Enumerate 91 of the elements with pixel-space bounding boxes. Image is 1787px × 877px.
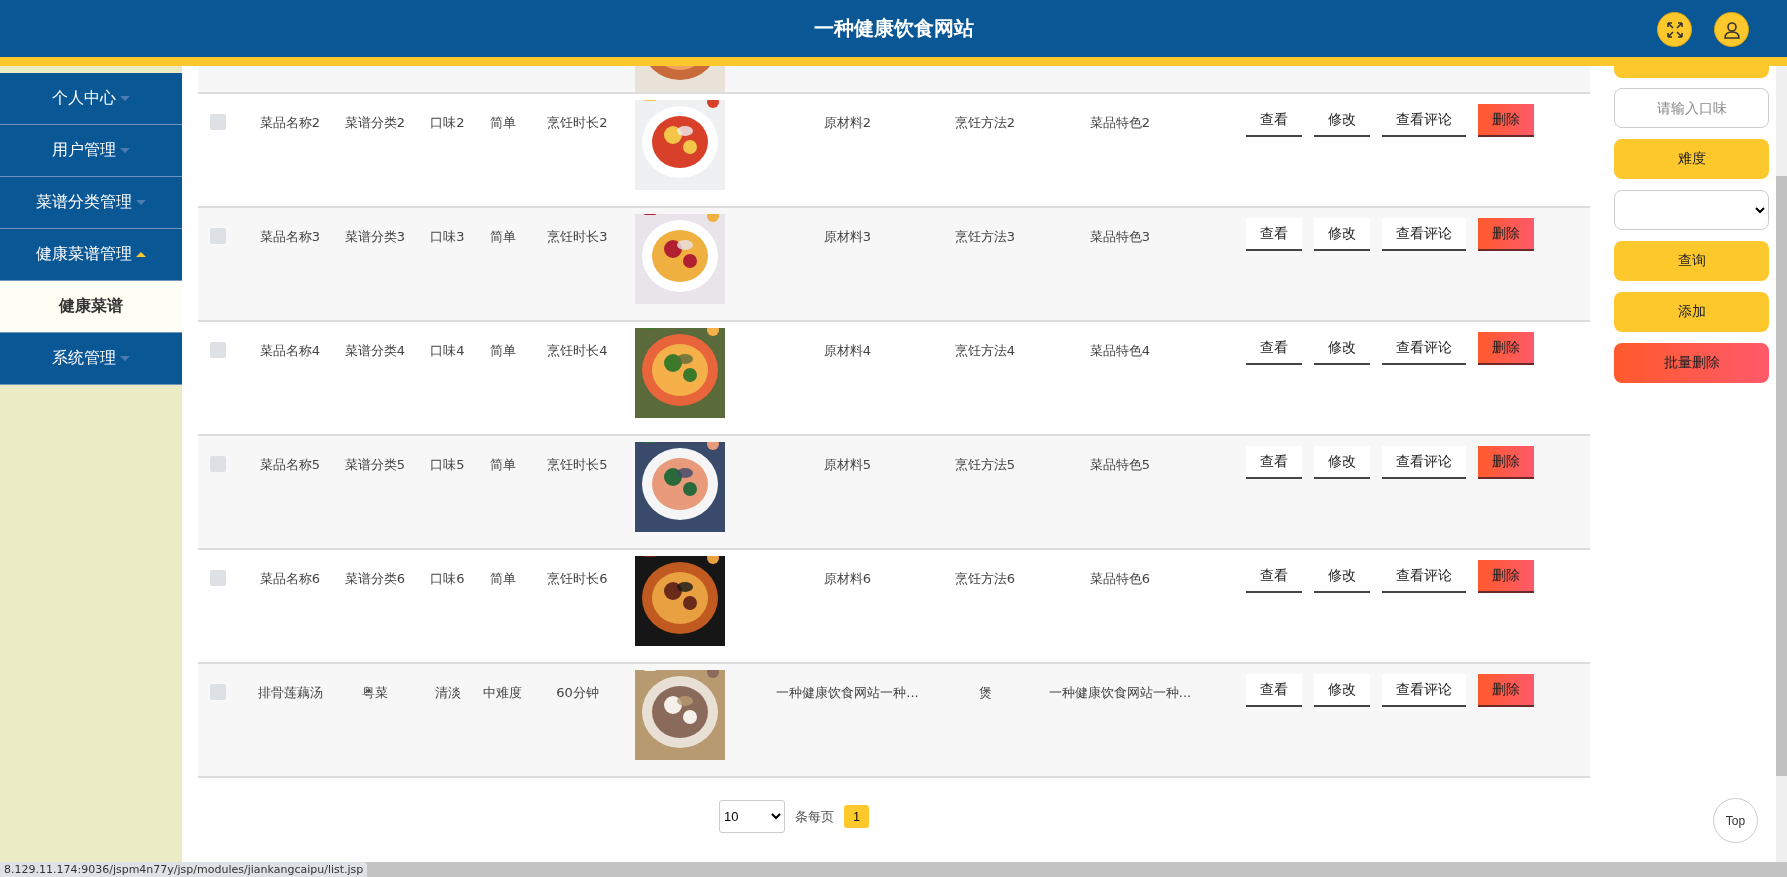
sidebar-item[interactable]: 健康菜谱管理: [0, 229, 182, 281]
delete-button[interactable]: 删除: [1478, 104, 1534, 137]
site-title: 一种健康饮食网站: [813, 15, 974, 42]
table-cell-text: 菜品特色2: [1088, 114, 1152, 132]
action-button[interactable]: 修改: [1314, 446, 1370, 479]
delete-button[interactable]: 删除: [1478, 674, 1534, 707]
table-cell-text: 口味2: [429, 114, 466, 132]
status-url: 8.129.11.174:9036/jspm4n77y/jsp/modules/jiankangcaipu/list.jsp: [0, 862, 368, 877]
action-button[interactable]: 查看评论: [1382, 446, 1466, 479]
table-cell-text: 煲: [977, 684, 993, 702]
sidebar-item[interactable]: 系统管理: [0, 333, 182, 385]
row-checkbox[interactable]: [210, 456, 226, 472]
table-cell-text: 烹饪方法3: [953, 228, 1017, 246]
delete-button[interactable]: 删除: [1478, 560, 1534, 593]
flavor-input[interactable]: 请输入口味: [1614, 88, 1769, 128]
table-cell-text: 口味4: [429, 342, 466, 360]
table-cell-text: 烹饪时长2: [546, 114, 609, 132]
table-cell-text: 菜品特色4: [1088, 342, 1152, 360]
row-checkbox[interactable]: [210, 114, 226, 130]
table-cell-text: 口味6: [429, 570, 466, 588]
action-button[interactable]: 查看评论: [1382, 674, 1466, 707]
sidebar-item[interactable]: 用户管理: [0, 125, 182, 177]
action-button[interactable]: 查看: [1246, 674, 1302, 707]
action-button[interactable]: 查看: [1246, 218, 1302, 251]
per-page-label: 条每页: [795, 807, 834, 826]
table-cell-text: 口味3: [429, 228, 466, 246]
table-cell-text: 烹饪时长6: [546, 570, 609, 588]
table-cell-text: 烹饪方法5: [953, 456, 1017, 474]
action-button[interactable]: 查看: [1246, 446, 1302, 479]
delete-button[interactable]: 删除: [1478, 446, 1534, 479]
table-cell-text: 菜谱分类6: [343, 570, 407, 588]
sidebar-item[interactable]: 个人中心: [0, 73, 182, 125]
batch-delete-button[interactable]: 批量删除: [1614, 343, 1769, 383]
filter-label: 难度: [1614, 139, 1769, 179]
table-cell-text: 原材料2: [822, 114, 873, 132]
table-cell-text: 菜谱分类3: [343, 228, 407, 246]
table-cell-text: 简单: [488, 456, 517, 474]
difficulty-select[interactable]: [1614, 190, 1769, 230]
table-cell-text: 菜品特色5: [1088, 456, 1152, 474]
table-cell-text: 原材料5: [822, 456, 873, 474]
table-cell-text: 简单: [488, 228, 517, 246]
delete-button[interactable]: 删除: [1478, 218, 1534, 251]
sidebar-subitem[interactable]: 健康菜谱: [0, 281, 182, 333]
table-cell-text: 排骨莲藕汤: [256, 684, 324, 702]
table-cell-text: 一种健康饮食网站一种...: [775, 684, 920, 702]
table-cell-text: 菜品名称6: [258, 570, 322, 588]
table-cell-text: 简单: [488, 570, 517, 588]
table-cell-text: 烹饪方法2: [953, 114, 1017, 132]
table-cell-text: 菜谱分类4: [343, 342, 407, 360]
action-button[interactable]: 查看评论: [1382, 218, 1466, 251]
page-number[interactable]: 1: [844, 805, 869, 828]
filter-button[interactable]: [1614, 66, 1769, 78]
table-cell-text: 菜品特色3: [1088, 228, 1152, 246]
table-cell-text: 烹饪时长4: [546, 342, 609, 360]
user-icon[interactable]: [1714, 12, 1749, 47]
table-cell-text: 菜品名称3: [258, 228, 322, 246]
table-cell-text: 菜谱分类5: [343, 456, 407, 474]
fullscreen-icon[interactable]: [1657, 12, 1692, 47]
delete-button[interactable]: 删除: [1478, 332, 1534, 365]
table-cell-text: 粤菜: [361, 684, 389, 702]
row-checkbox[interactable]: [210, 684, 226, 700]
table-cell-text: 烹饪时长5: [546, 456, 609, 474]
row-checkbox[interactable]: [210, 342, 226, 358]
table-cell-text: 一种健康饮食网站一种...: [1047, 684, 1193, 702]
filter-button[interactable]: 添加: [1614, 292, 1769, 332]
table-cell-text: 菜品特色6: [1088, 570, 1152, 588]
table-cell-text: 简单: [488, 342, 517, 360]
table-cell-text: 原材料6: [822, 570, 873, 588]
action-button[interactable]: 修改: [1314, 218, 1370, 251]
action-button[interactable]: 修改: [1314, 674, 1370, 707]
table-cell-text: 烹饪时长3: [546, 228, 609, 246]
table-cell-text: 菜谱分类2: [343, 114, 407, 132]
table-cell-text: 菜品名称4: [258, 342, 322, 360]
table-cell-text: 清淡: [433, 684, 462, 702]
filter-button[interactable]: 查询: [1614, 241, 1769, 281]
table-cell-text: 原材料4: [822, 342, 873, 360]
sidebar-item[interactable]: 菜谱分类管理: [0, 177, 182, 229]
top-button[interactable]: Top: [1713, 798, 1758, 843]
table-cell-text: 菜品名称5: [258, 456, 322, 474]
row-checkbox[interactable]: [210, 228, 226, 244]
table-cell-text: 中难度: [482, 684, 523, 702]
table-cell-text: 60分钟: [555, 684, 600, 702]
scrollbar[interactable]: [1776, 66, 1787, 862]
table-cell-text: 口味5: [429, 456, 466, 474]
page-size-select[interactable]: 10: [719, 800, 785, 833]
table-cell-text: 原材料3: [822, 228, 873, 246]
table-cell-text: 烹饪方法4: [953, 342, 1017, 360]
table-cell-text: 菜品名称2: [258, 114, 322, 132]
row-checkbox[interactable]: [210, 570, 226, 586]
table-cell-text: 烹饪方法6: [953, 570, 1017, 588]
table-cell-text: 简单: [488, 114, 517, 132]
